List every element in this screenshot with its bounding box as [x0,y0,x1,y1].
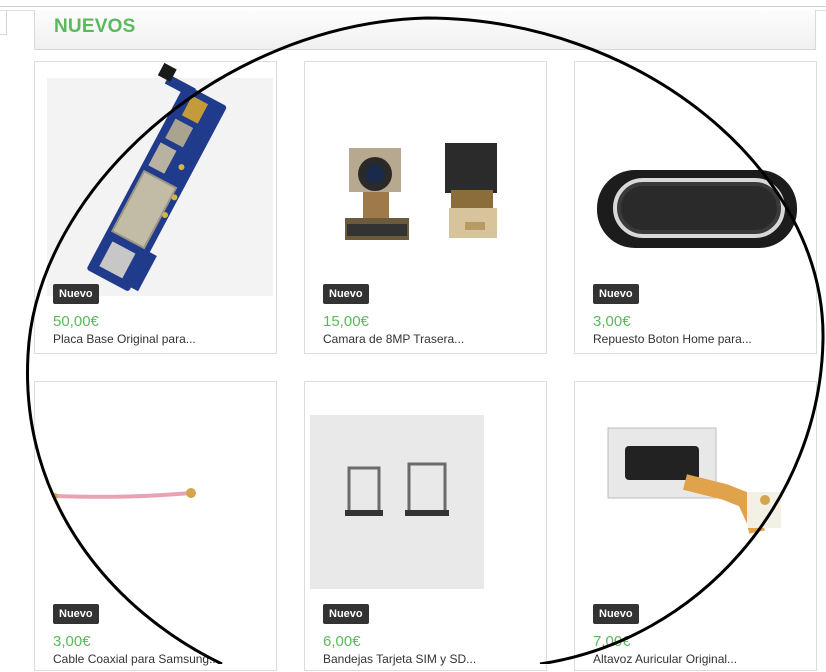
product-price: 3,00€ [593,313,631,330]
new-badge: Nuevo [53,284,99,304]
new-badge: Nuevo [323,604,369,624]
new-badge: Nuevo [593,284,639,304]
product-card[interactable]: Nuevo 6,00€ Bandejas Tarjeta SIM y SD... [304,381,547,671]
section-title: NUEVOS [54,16,136,37]
product-image-sim-trays[interactable] [305,382,548,672]
new-badge: Nuevo [53,604,99,624]
new-badge: Nuevo [323,284,369,304]
section-header: NUEVOS [34,10,816,50]
product-card[interactable]: Nuevo 3,00€ Repuesto Boton Home para... [574,61,817,354]
new-badge: Nuevo [593,604,639,624]
product-card[interactable]: Nuevo 50,00€ Placa Base Original para... [34,61,277,354]
product-card[interactable]: Nuevo 15,00€ Camara de 8MP Trasera... [304,61,547,354]
product-name-link[interactable]: Placa Base Original para... [53,332,196,346]
product-image-camera-module[interactable] [305,62,548,355]
top-divider [0,6,826,7]
product-image-motherboard[interactable] [35,62,278,355]
product-price: 6,00€ [323,633,361,650]
product-name-link[interactable]: Camara de 8MP Trasera... [323,332,464,346]
product-image-earpiece-speaker[interactable] [575,382,818,672]
product-price: 3,00€ [53,633,91,650]
product-image-home-button[interactable] [575,62,818,355]
product-image-coaxial-cable[interactable] [35,382,278,672]
product-price: 15,00€ [323,313,369,330]
product-name-link[interactable]: Repuesto Boton Home para... [593,332,752,346]
product-price: 7,00€ [593,633,631,650]
product-price: 50,00€ [53,313,99,330]
product-card[interactable]: Nuevo 7,00€ Altavoz Auricular Original..… [574,381,817,671]
product-card[interactable]: Nuevo 3,00€ Cable Coaxial para Samsung..… [34,381,277,671]
left-column-edge [0,10,7,35]
